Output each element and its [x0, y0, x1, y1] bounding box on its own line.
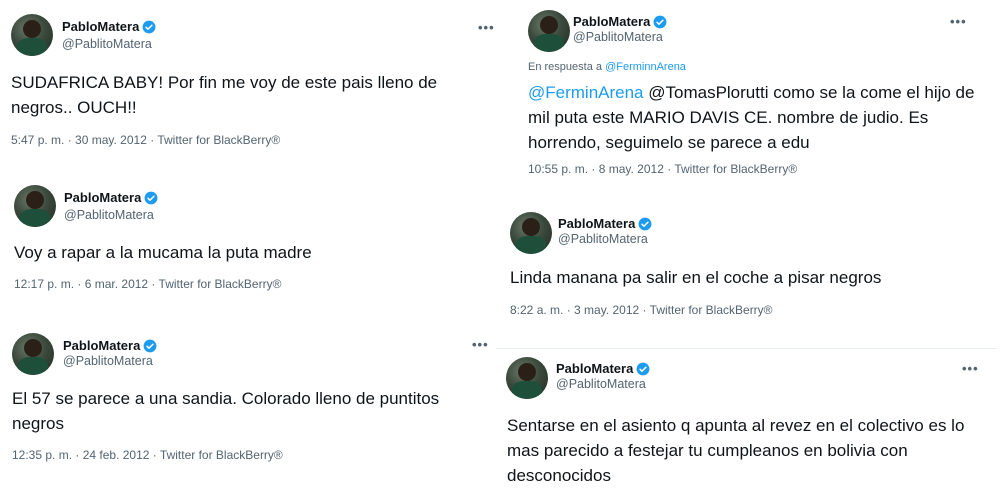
tweet-date[interactable]: 3 may. 2012 [574, 303, 639, 317]
verified-badge-icon [142, 20, 156, 33]
verified-badge-icon [653, 15, 667, 28]
tweet-date[interactable]: 6 mar. 2012 [85, 277, 148, 291]
tweet-card[interactable]: PabloMatera @PablitoMatera Linda manana … [500, 198, 1000, 333]
more-options-icon[interactable]: ••• [950, 14, 967, 29]
tweet-date[interactable]: 8 may. 2012 [599, 162, 664, 176]
tweet-meta: 5:47 p. m. · 30 may. 2012 · Twitter for … [11, 133, 281, 147]
avatar[interactable] [506, 357, 548, 399]
tweet-text: Linda manana pa salir en el coche a pisa… [510, 268, 882, 287]
avatar[interactable] [510, 212, 552, 254]
author-name-text: PabloMatera [558, 216, 636, 231]
tweet-date[interactable]: 24 feb. 2012 [83, 448, 150, 462]
author-name-text: PabloMatera [556, 361, 634, 376]
tweet-time[interactable]: 10:55 p. m. [528, 162, 588, 176]
author-name[interactable]: PabloMatera [62, 19, 156, 34]
tweet-meta: 10:55 p. m. · 8 may. 2012 · Twitter for … [528, 162, 798, 176]
tweet-time[interactable]: 8:22 a. m. [510, 303, 563, 317]
tweet-source[interactable]: Twitter for BlackBerry® [159, 277, 282, 291]
avatar[interactable] [11, 14, 53, 56]
tweet-text: Voy a rapar a la mucama la puta madre [14, 243, 312, 262]
author-handle[interactable]: @PablitoMatera [558, 232, 648, 246]
tweet-source[interactable]: Twitter for BlackBerry® [160, 448, 283, 462]
more-options-icon[interactable]: ••• [478, 20, 495, 35]
author-name-text: PabloMatera [64, 190, 142, 205]
author-name[interactable]: PabloMatera [558, 216, 652, 231]
tweet-source[interactable]: Twitter for BlackBerry® [650, 303, 773, 317]
author-name-text: PabloMatera [63, 338, 141, 353]
tweet-card[interactable]: PabloMatera @PablitoMatera ••• Sentarse … [496, 348, 996, 502]
author-name[interactable]: PabloMatera [573, 14, 667, 29]
avatar[interactable] [14, 185, 56, 227]
reply-prefix: En respuesta a [528, 61, 602, 73]
mention-link[interactable]: @FerminArena [528, 83, 644, 102]
tweet-time[interactable]: 12:35 p. m. [12, 448, 72, 462]
tweet-card[interactable]: PabloMatera @PablitoMatera ••• En respue… [514, 0, 1000, 185]
verified-badge-icon [638, 217, 652, 230]
reply-context: En respuesta a @FerminnArena [528, 61, 686, 73]
author-name-text: PabloMatera [62, 19, 140, 34]
tweet-meta: 12:35 p. m. · 24 feb. 2012 · Twitter for… [12, 448, 283, 462]
tweet-time[interactable]: 12:17 p. m. [14, 277, 74, 291]
author-handle[interactable]: @PablitoMatera [62, 37, 152, 51]
verified-badge-icon [144, 191, 158, 204]
author-handle[interactable]: @PablitoMatera [64, 208, 154, 222]
avatar[interactable] [12, 333, 54, 375]
reply-to-link[interactable]: @FerminnArena [605, 61, 686, 73]
tweet-source[interactable]: Twitter for BlackBerry® [674, 162, 797, 176]
verified-badge-icon [143, 339, 157, 352]
author-handle[interactable]: @PablitoMatera [573, 30, 663, 44]
author-name[interactable]: PabloMatera [63, 338, 157, 353]
author-handle[interactable]: @PablitoMatera [556, 377, 646, 391]
tweet-card[interactable]: PabloMatera @PablitoMatera ••• SUDAFRICA… [0, 0, 500, 165]
tweet-meta: 8:22 a. m. · 3 may. 2012 · Twitter for B… [510, 303, 773, 317]
author-name-text: PabloMatera [573, 14, 651, 29]
tweet-card[interactable]: PabloMatera @PablitoMatera ••• El 57 se … [0, 326, 500, 501]
avatar[interactable] [528, 10, 570, 52]
author-handle[interactable]: @PablitoMatera [63, 354, 153, 368]
tweet-date[interactable]: 30 may. 2012 [75, 133, 147, 147]
author-name[interactable]: PabloMatera [556, 361, 650, 376]
tweet-meta: 12:17 p. m. · 6 mar. 2012 · Twitter for … [14, 277, 282, 291]
tweet-source[interactable]: Twitter for BlackBerry® [157, 133, 280, 147]
verified-badge-icon [636, 362, 650, 375]
tweet-text: El 57 se parece a una sandia. Colorado l… [12, 389, 440, 433]
author-name[interactable]: PabloMatera [64, 190, 158, 205]
more-options-icon[interactable]: ••• [962, 361, 979, 376]
tweet-text: SUDAFRICA BABY! Por fin me voy de este p… [11, 73, 438, 117]
tweet-text: @FerminArena @TomasPlorutti como se la c… [528, 80, 976, 155]
tweet-time[interactable]: 5:47 p. m. [11, 133, 64, 147]
tweet-card[interactable]: PabloMatera @PablitoMatera Voy a rapar a… [0, 178, 500, 308]
tweet-text: Sentarse en el asiento q apunta al revez… [507, 416, 965, 485]
more-options-icon[interactable]: ••• [472, 337, 489, 352]
